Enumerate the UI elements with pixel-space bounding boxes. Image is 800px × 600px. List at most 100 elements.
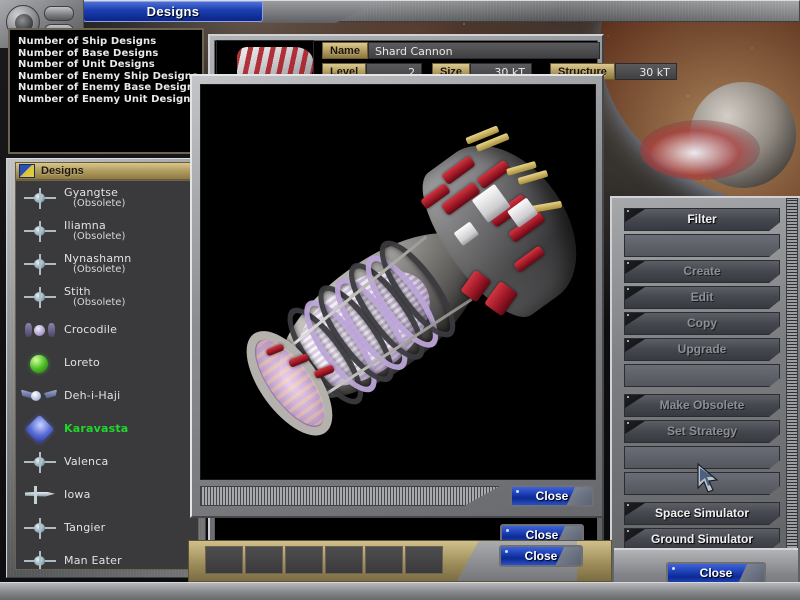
set-strategy-label: Set Strategy xyxy=(666,424,738,438)
list-item[interactable]: Deh-i-Haji xyxy=(16,379,198,412)
button-corner-tag-icon xyxy=(625,313,645,326)
game-screen: Designs Number of Ship Designs Number of… xyxy=(0,0,800,600)
list-item-label: Iowa xyxy=(64,488,91,501)
bottom-dock-bar: Close xyxy=(188,540,612,582)
readout-line: Number of Ship Designs xyxy=(18,36,157,47)
model-viewer-frame: Close xyxy=(190,74,604,518)
winged-ship-icon xyxy=(20,382,60,410)
list-item-label: Gyangtse xyxy=(64,185,119,199)
button-corner-tag-icon xyxy=(625,503,645,516)
command-panel: Filter Create Edit Copy Upgrade Make Obs… xyxy=(610,196,800,600)
dock-slot[interactable] xyxy=(325,546,363,574)
shield-flag-icon xyxy=(19,164,35,178)
dock-slot[interactable] xyxy=(245,546,283,574)
cross-ship-icon xyxy=(20,184,60,212)
title-bar-slant xyxy=(259,1,379,23)
button-corner-tag-icon xyxy=(625,395,645,408)
detail-close-label: Close xyxy=(525,528,559,542)
list-item[interactable]: Tangier xyxy=(16,511,198,544)
ribbed-grip-handle[interactable] xyxy=(200,486,500,506)
list-item[interactable]: Crocodile xyxy=(16,313,198,346)
name-label: Name xyxy=(322,42,368,59)
station-backdrop xyxy=(640,120,760,180)
dock-slot[interactable] xyxy=(285,546,323,574)
designs-panel: Designs Gyangtse (Obsolete) Iliamna (Obs… xyxy=(6,158,206,578)
led-indicator-icon xyxy=(672,567,675,570)
ground-simulator-label: Ground Simulator xyxy=(651,532,753,546)
designs-panel-title: Designs xyxy=(41,165,84,177)
dock-close-button[interactable]: Close xyxy=(499,545,583,567)
dock-slot[interactable] xyxy=(205,546,243,574)
designs-panel-header: Designs xyxy=(15,162,199,180)
create-button[interactable]: Create xyxy=(624,260,780,283)
command-slot-blank[interactable] xyxy=(624,446,780,469)
led-indicator-icon xyxy=(506,529,509,532)
list-item-label: Nynashamn xyxy=(64,251,132,265)
filter-button[interactable]: Filter xyxy=(624,208,780,231)
copy-button[interactable]: Copy xyxy=(624,312,780,335)
upgrade-label: Upgrade xyxy=(677,342,727,356)
cross-ship-icon xyxy=(20,547,60,569)
make-obsolete-button[interactable]: Make Obsolete xyxy=(624,394,780,417)
list-item[interactable]: Iliamna (Obsolete) xyxy=(16,214,198,247)
wing-ship-icon xyxy=(20,481,60,509)
list-item[interactable]: Iowa xyxy=(16,478,198,511)
list-item-label: Man Eater xyxy=(64,554,122,567)
shard-cannon-model xyxy=(201,85,595,479)
model-viewer-canvas[interactable] xyxy=(200,84,596,480)
upgrade-button[interactable]: Upgrade xyxy=(624,338,780,361)
command-slot-blank[interactable] xyxy=(624,234,780,257)
list-item-label: Stith xyxy=(64,284,91,298)
window-footer-strip xyxy=(0,582,800,600)
button-corner-tag-icon xyxy=(625,529,645,542)
list-item[interactable]: Valenca xyxy=(16,445,198,478)
list-item[interactable]: Loreto xyxy=(16,346,198,379)
button-corner-tag-icon xyxy=(625,261,645,274)
status-readout-panel: Number of Ship Designs Number of Base De… xyxy=(8,28,204,154)
list-item[interactable]: Gyangtse (Obsolete) xyxy=(16,181,198,214)
list-item-selected[interactable]: Karavasta xyxy=(16,412,198,445)
cross-ship-icon xyxy=(20,448,60,476)
edit-label: Edit xyxy=(690,290,714,304)
list-item[interactable]: Nynashamn (Obsolete) xyxy=(16,247,198,280)
list-item-label: Tangier xyxy=(64,521,106,534)
dock-slot[interactable] xyxy=(365,546,403,574)
readout-line: Number of Unit Designs xyxy=(18,59,155,70)
list-item[interactable]: Man Eater xyxy=(16,544,198,569)
designs-list[interactable]: Gyangtse (Obsolete) Iliamna (Obsolete) N… xyxy=(15,180,199,570)
tab-designs[interactable]: Designs xyxy=(83,1,263,22)
list-item-label: Deh-i-Haji xyxy=(64,389,121,402)
edit-button[interactable]: Edit xyxy=(624,286,780,309)
minimize-icon[interactable] xyxy=(44,6,74,21)
cross-ship-icon xyxy=(20,514,60,542)
title-bar: Designs xyxy=(0,0,800,23)
list-item-sublabel: (Obsolete) xyxy=(73,263,126,275)
cross-ship-icon xyxy=(20,283,60,311)
list-item-label: Iliamna xyxy=(64,218,106,232)
cross-ship-icon xyxy=(20,250,60,278)
command-slot-blank[interactable] xyxy=(624,364,780,387)
structure-value: 30 kT xyxy=(614,63,677,80)
set-strategy-button[interactable]: Set Strategy xyxy=(624,420,780,443)
pod-ship-icon xyxy=(20,316,60,344)
make-obsolete-label: Make Obsolete xyxy=(659,398,745,412)
name-field-row: Name Shard Cannon xyxy=(322,42,600,59)
viewer-close-button[interactable]: Close xyxy=(510,485,594,507)
button-corner-tag-icon xyxy=(625,209,645,222)
space-simulator-button[interactable]: Space Simulator xyxy=(624,502,780,525)
dock-slot[interactable] xyxy=(405,546,443,574)
list-item[interactable]: Stith (Obsolete) xyxy=(16,280,198,313)
space-simulator-label: Space Simulator xyxy=(654,506,750,520)
ribbed-grip-handle[interactable] xyxy=(786,198,798,550)
command-slot-blank[interactable] xyxy=(624,472,780,495)
name-value[interactable]: Shard Cannon xyxy=(367,42,600,59)
list-item-sublabel: (Obsolete) xyxy=(73,296,126,308)
main-close-label: Close xyxy=(699,566,733,580)
led-indicator-icon xyxy=(505,550,508,553)
readout-line: Number of Base Designs xyxy=(18,47,159,59)
list-item-label: Crocodile xyxy=(64,323,118,336)
list-item-label: Loreto xyxy=(64,356,100,369)
model-viewer-window: Close xyxy=(190,74,604,518)
dock-close-label: Close xyxy=(524,549,558,563)
list-item-sublabel: (Obsolete) xyxy=(73,230,126,242)
